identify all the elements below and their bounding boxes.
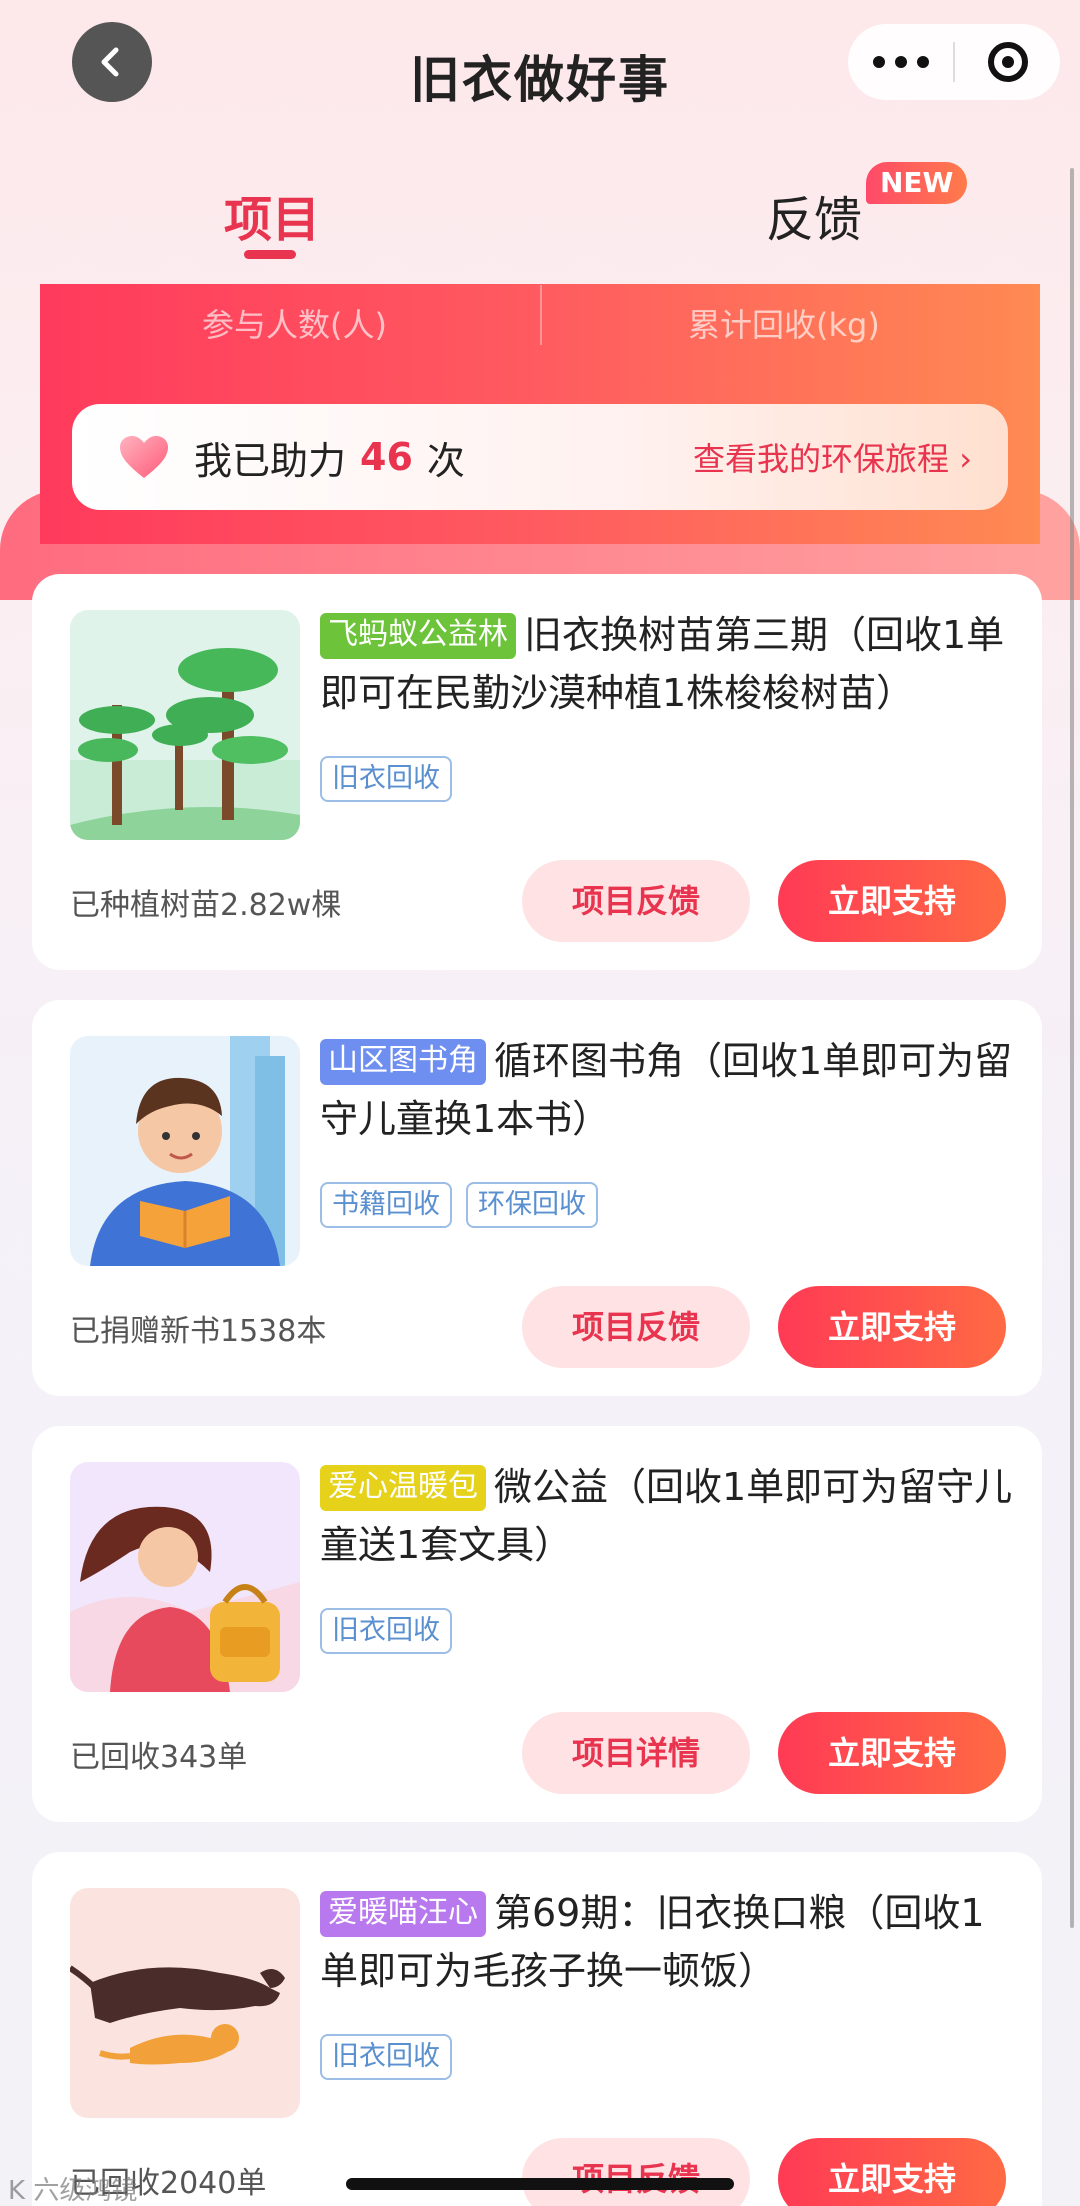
tab-feedback[interactable]: 反馈 [766, 180, 862, 250]
project-thumbnail [70, 610, 300, 840]
support-now-button[interactable]: 立即支持 [778, 2138, 1006, 2206]
heart-icon [118, 434, 170, 480]
category-badge: 山区图书角 [320, 1039, 486, 1085]
tag: 旧衣回收 [320, 1608, 452, 1654]
category-badge: 爱暖喵汪心 [320, 1891, 486, 1937]
project-card[interactable]: 爱心温暖包 微公益（回收1单即可为留守儿童送1套文具） 旧衣回收 已回收343单 … [32, 1426, 1042, 1822]
reading-boy-illustration [70, 1036, 300, 1266]
scrollbar[interactable] [1070, 168, 1074, 1928]
home-indicator[interactable] [346, 2178, 734, 2190]
project-card[interactable]: 山区图书角 循环图书角（回收1单即可为留守儿童换1本书） 书籍回收 环保回收 已捐… [32, 1000, 1042, 1396]
tab-active-indicator [244, 250, 296, 259]
more-options-icon[interactable] [848, 24, 953, 100]
tag: 旧衣回收 [320, 756, 452, 802]
helped-suffix: 次 [426, 438, 465, 483]
close-miniapp-icon[interactable] [955, 24, 1060, 100]
journey-link[interactable]: 查看我的环保旅程 › [693, 434, 972, 480]
dog-cat-illustration [70, 1888, 300, 2118]
tag: 环保回收 [466, 1182, 598, 1228]
stats-divider [540, 285, 542, 345]
recycled-label: 累计回收(kg) [688, 306, 880, 344]
project-thumbnail [70, 1888, 300, 2118]
project-title-block: 飞蚂蚁公益林 旧衣换树苗第三期（回收1单即可在民勤沙漠种植1株梭梭树苗） [320, 606, 1020, 722]
project-stat: 已种植树苗2.82w棵 [70, 888, 342, 923]
project-stat: 已回收343单 [70, 1740, 248, 1775]
category-badge: 飞蚂蚁公益林 [320, 613, 516, 659]
helped-prefix: 我已助力 [194, 438, 347, 483]
project-details-button[interactable]: 项目详情 [522, 1712, 750, 1794]
miniapp-capsule [848, 24, 1060, 100]
helped-count: 46 [360, 435, 413, 479]
tag: 旧衣回收 [320, 2034, 452, 2080]
project-feedback-button[interactable]: 项目反馈 [522, 860, 750, 942]
helped-summary[interactable]: 我已助力 46 次 查看我的环保旅程 › [72, 404, 1008, 510]
support-now-button[interactable]: 立即支持 [778, 1286, 1006, 1368]
project-title-block: 山区图书角 循环图书角（回收1单即可为留守儿童换1本书） [320, 1032, 1020, 1148]
project-feedback-button[interactable]: 项目反馈 [522, 2138, 750, 2206]
new-badge: NEW [866, 162, 968, 204]
tag-list: 旧衣回收 [320, 756, 452, 802]
trees-illustration [70, 610, 300, 840]
tag-list: 书籍回收 环保回收 [320, 1182, 598, 1228]
project-title-block: 爱暖喵汪心 第69期：旧衣换口粮（回收1单即可为毛孩子换一顿饭） [320, 1884, 1020, 2000]
support-now-button[interactable]: 立即支持 [778, 860, 1006, 942]
category-badge: 爱心温暖包 [320, 1465, 486, 1511]
tag: 书籍回收 [320, 1182, 452, 1228]
project-card[interactable]: 飞蚂蚁公益林 旧衣换树苗第三期（回收1单即可在民勤沙漠种植1株梭梭树苗） 旧衣回收… [32, 574, 1042, 970]
project-card[interactable]: 爱暖喵汪心 第69期：旧衣换口粮（回收1单即可为毛孩子换一顿饭） 旧衣回收 已回收… [32, 1852, 1042, 2206]
project-title-block: 爱心温暖包 微公益（回收1单即可为留守儿童送1套文具） [320, 1458, 1020, 1574]
project-thumbnail [70, 1036, 300, 1266]
support-now-button[interactable]: 立即支持 [778, 1712, 1006, 1794]
girl-backpack-illustration [70, 1462, 300, 1692]
participants-label: 参与人数(人) [202, 306, 387, 344]
tag-list: 旧衣回收 [320, 2034, 452, 2080]
project-feedback-button[interactable]: 项目反馈 [522, 1286, 750, 1368]
project-thumbnail [70, 1462, 300, 1692]
project-stat: 已捐赠新书1538本 [70, 1314, 327, 1349]
tab-project[interactable]: 项目 [224, 180, 320, 250]
tag-list: 旧衣回收 [320, 1608, 452, 1654]
watermark: K 六级鸿镜 [8, 2176, 138, 2206]
